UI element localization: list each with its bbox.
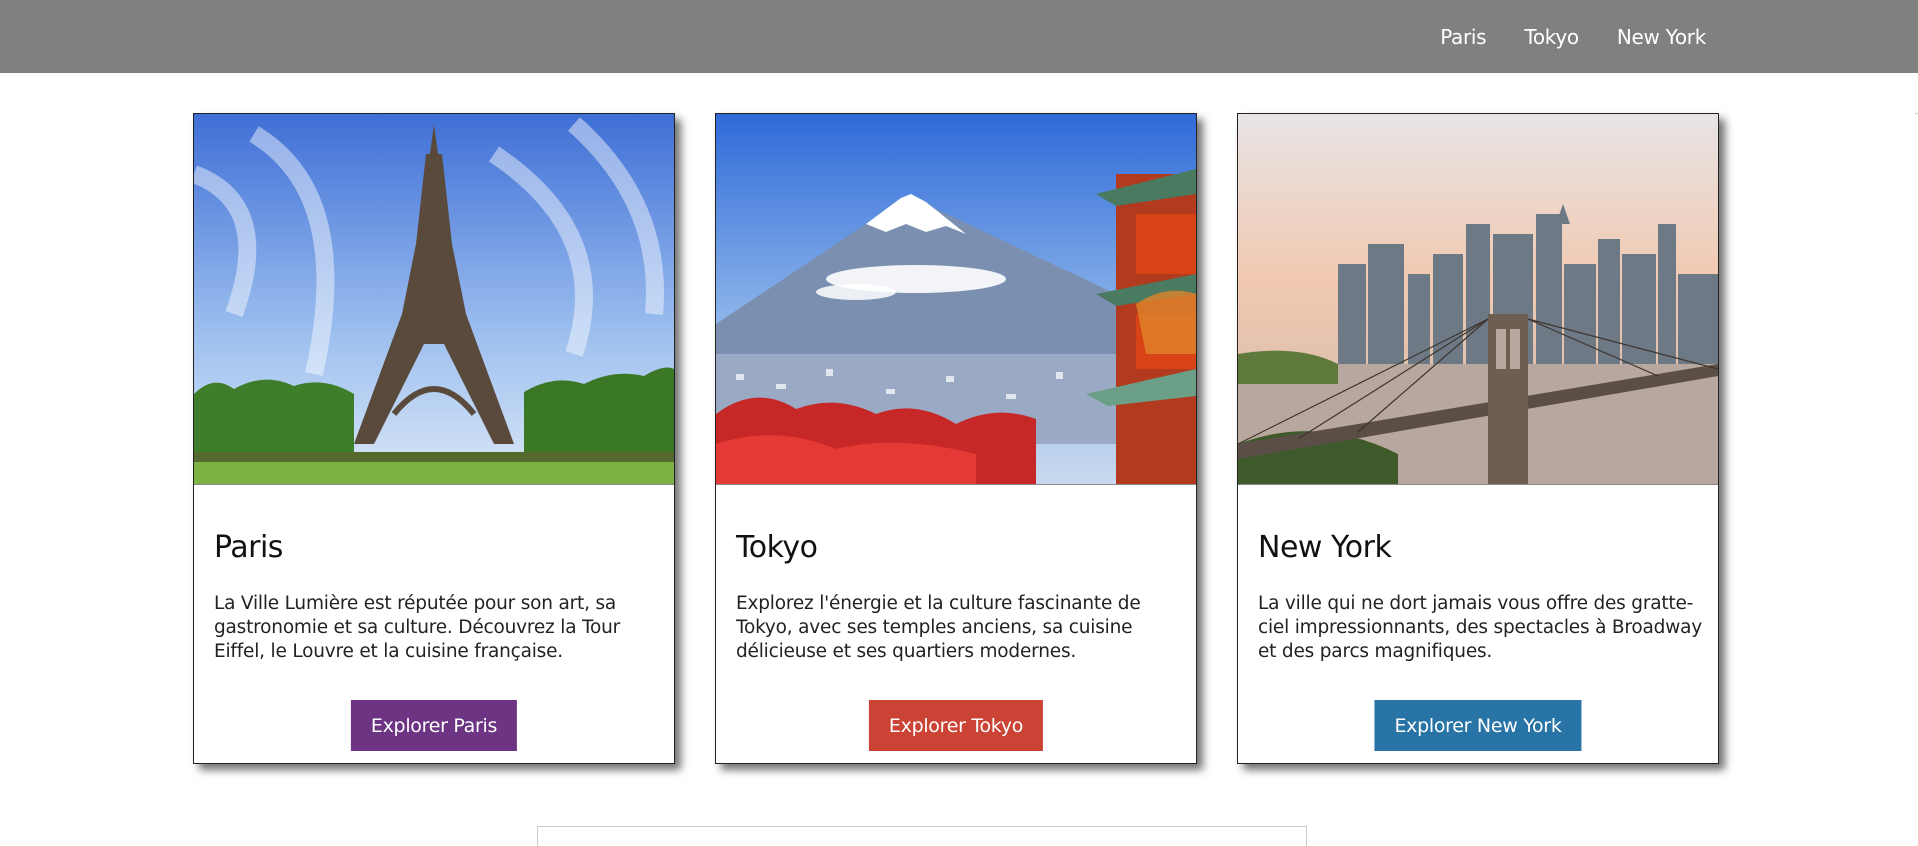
card-tokyo: Tokyo Explorez l'énergie et la culture f… <box>715 113 1197 764</box>
card-description: Explorez l'énergie et la culture fascina… <box>736 593 1141 662</box>
explore-paris-button[interactable]: Explorer Paris <box>350 700 518 751</box>
nav-link-new-york[interactable]: New York <box>1617 25 1706 49</box>
card-paris: Paris La Ville Lumière est réputée pour … <box>193 113 675 764</box>
explore-new-york-button[interactable]: Explorer New York <box>1374 700 1582 751</box>
top-navbar: Paris Tokyo New York <box>0 0 1918 73</box>
card-title: Paris <box>214 530 283 565</box>
card-image-new-york <box>1238 114 1718 485</box>
bottom-panel-edge <box>537 826 1307 846</box>
main-nav: Paris Tokyo New York <box>1440 0 1706 73</box>
explore-tokyo-button[interactable]: Explorer Tokyo <box>868 700 1044 751</box>
card-image-paris <box>194 114 674 485</box>
card-description: La Ville Lumière est réputée pour son ar… <box>214 593 621 662</box>
nav-link-tokyo[interactable]: Tokyo <box>1524 25 1579 49</box>
nav-link-paris[interactable]: Paris <box>1440 25 1486 49</box>
card-title: Tokyo <box>736 530 818 565</box>
card-description: La ville qui ne dort jamais vous offre d… <box>1258 593 1703 662</box>
card-new-york: New York La ville qui ne dort jamais vou… <box>1237 113 1719 764</box>
eiffel-tower-photo <box>194 114 674 484</box>
brooklyn-bridge-skyline-photo <box>1238 114 1718 484</box>
city-cards: Paris La Ville Lumière est réputée pour … <box>193 113 1719 764</box>
mount-fuji-pagoda-photo <box>716 114 1196 484</box>
card-title: New York <box>1258 530 1392 565</box>
card-image-tokyo <box>716 114 1196 485</box>
